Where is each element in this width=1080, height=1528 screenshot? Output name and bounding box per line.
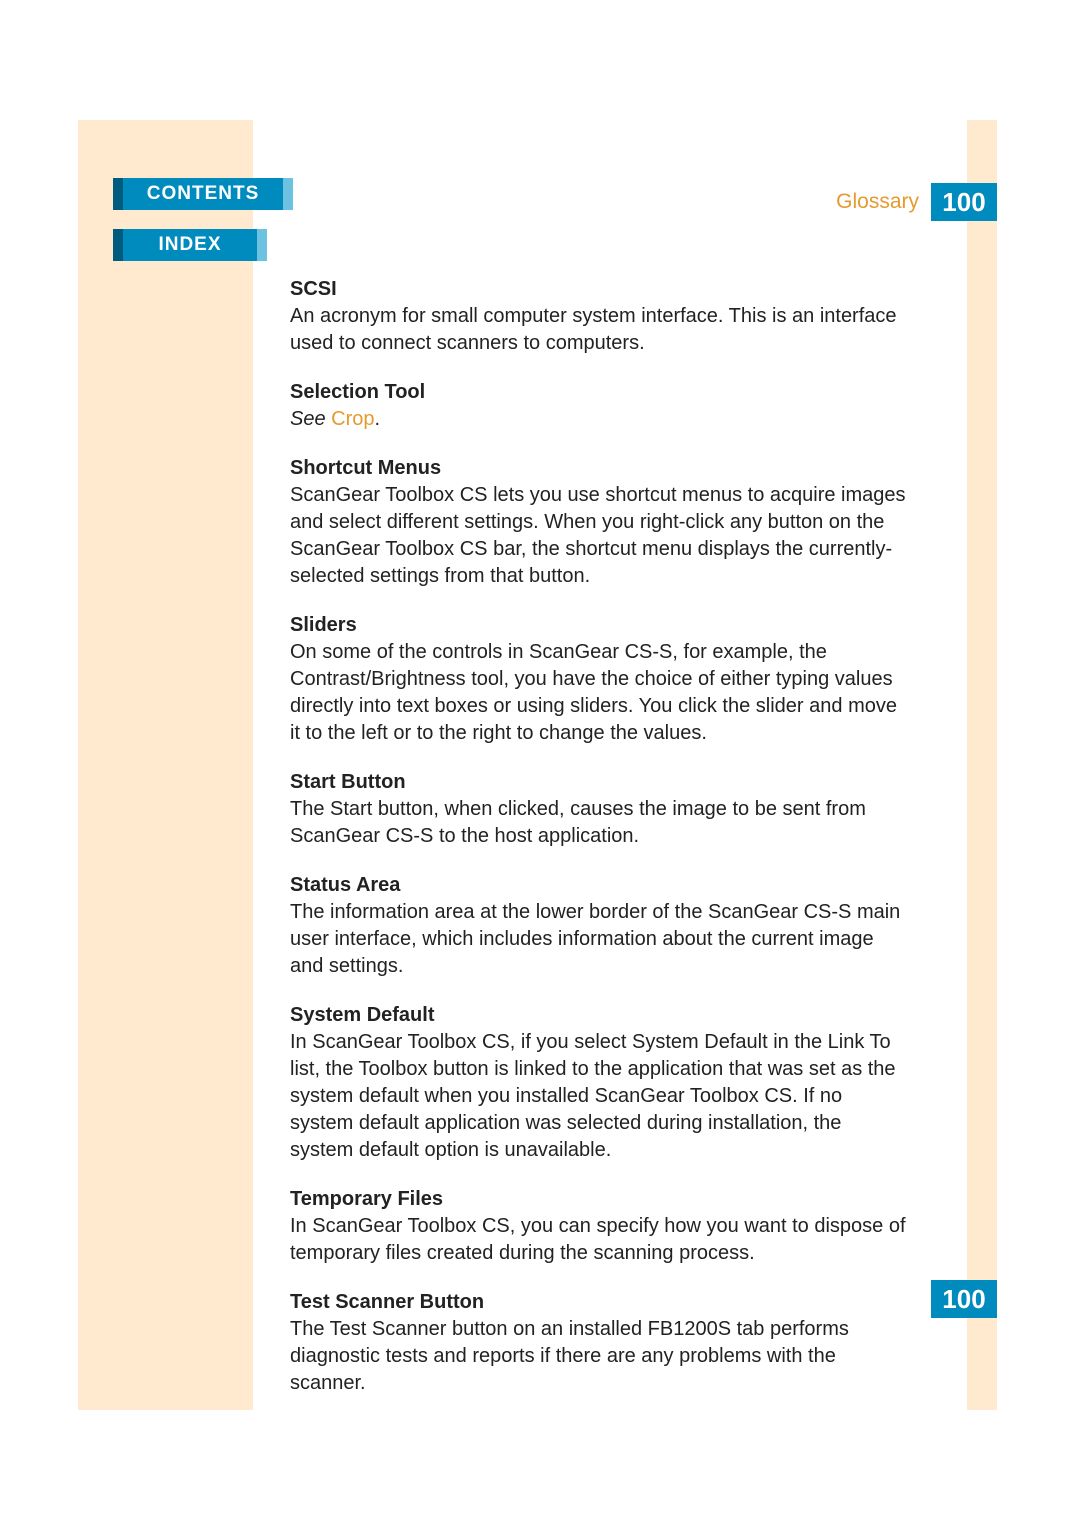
term: Test Scanner Button: [290, 1291, 910, 1314]
entry-sliders: Sliders On some of the controls in ScanG…: [290, 614, 910, 747]
definition: The Test Scanner button on an installed …: [290, 1316, 910, 1397]
term: Shortcut Menus: [290, 457, 910, 480]
right-sidebar: [967, 120, 997, 1410]
entry-start-button: Start Button The Start button, when clic…: [290, 771, 910, 850]
entry-selection-tool: Selection Tool See Crop.: [290, 381, 910, 433]
contents-cap-right: [283, 178, 293, 210]
index-cap-right: [257, 229, 267, 261]
entry-temporary-files: Temporary Files In ScanGear Toolbox CS, …: [290, 1188, 910, 1267]
definition: An acronym for small computer system int…: [290, 303, 910, 357]
definition: On some of the controls in ScanGear CS-S…: [290, 639, 910, 747]
index-cap-left: [113, 229, 123, 261]
entry-system-default: System Default In ScanGear Toolbox CS, i…: [290, 1004, 910, 1164]
definition: The information area at the lower border…: [290, 899, 910, 980]
definition: In ScanGear Toolbox CS, you can specify …: [290, 1213, 910, 1267]
contents-button[interactable]: CONTENTS: [123, 178, 283, 210]
header-right: Glossary 100: [836, 183, 997, 221]
term: Start Button: [290, 771, 910, 794]
entry-status-area: Status Area The information area at the …: [290, 874, 910, 980]
definition: See Crop.: [290, 406, 910, 433]
index-button[interactable]: INDEX: [123, 229, 257, 261]
definition: In ScanGear Toolbox CS, if you select Sy…: [290, 1029, 910, 1164]
page-number-bottom: 100: [931, 1280, 997, 1318]
entry-scsi: SCSI An acronym for small computer syste…: [290, 278, 910, 357]
glossary-content: SCSI An acronym for small computer syste…: [290, 278, 910, 1421]
left-sidebar: [78, 120, 253, 1410]
term: Sliders: [290, 614, 910, 637]
entry-test-scanner-button: Test Scanner Button The Test Scanner but…: [290, 1291, 910, 1397]
term: Temporary Files: [290, 1188, 910, 1211]
term: SCSI: [290, 278, 910, 301]
term: System Default: [290, 1004, 910, 1027]
see-prefix: See: [290, 408, 331, 430]
contents-cap-left: [113, 178, 123, 210]
crop-link[interactable]: Crop: [331, 408, 374, 430]
see-suffix: .: [375, 408, 381, 430]
entry-shortcut-menus: Shortcut Menus ScanGear Toolbox CS lets …: [290, 457, 910, 590]
definition: ScanGear Toolbox CS lets you use shortcu…: [290, 482, 910, 590]
page-number-top: 100: [931, 183, 997, 221]
term: Status Area: [290, 874, 910, 897]
term: Selection Tool: [290, 381, 910, 404]
page: CONTENTS INDEX Glossary 100 SCSI An acro…: [0, 0, 1080, 1528]
section-label: Glossary: [836, 190, 919, 214]
definition: The Start button, when clicked, causes t…: [290, 796, 910, 850]
